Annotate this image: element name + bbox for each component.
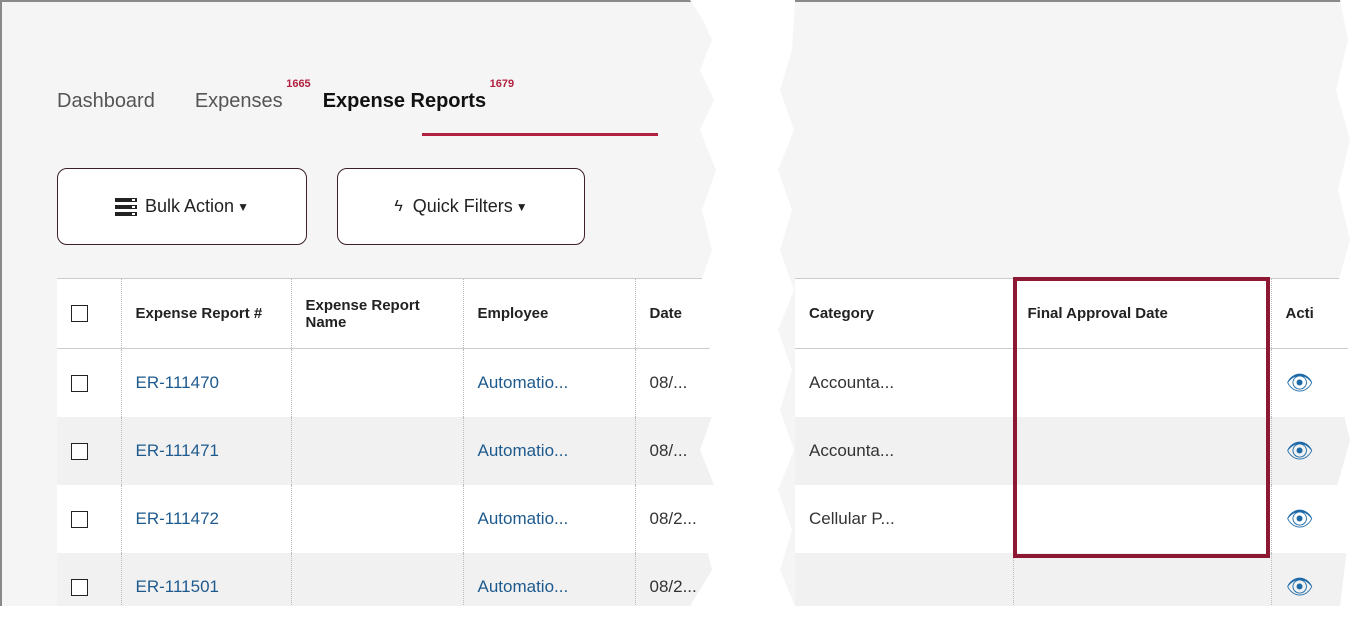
row-checkbox[interactable] bbox=[71, 510, 88, 528]
expense-reports-table-left: Expense Report # Expense Report Name Emp… bbox=[57, 278, 716, 606]
final-approval-date-cell bbox=[1013, 484, 1272, 553]
table-header-row: Expense Report # Expense Report Name Emp… bbox=[57, 278, 716, 349]
active-tab-indicator bbox=[422, 133, 658, 136]
quick-filters-label: Quick Filters bbox=[412, 196, 513, 216]
lightning-icon: ϟ bbox=[394, 197, 403, 215]
employee-link[interactable]: Automatio... bbox=[463, 552, 636, 606]
select-all-checkbox[interactable] bbox=[71, 305, 88, 323]
screenshot-frame: Dashboard Expenses 1665 Expense Reports … bbox=[0, 0, 1359, 622]
eye-icon[interactable]: 👁 bbox=[1286, 438, 1314, 463]
table-row: Accounta... 👁 bbox=[795, 416, 1350, 485]
tab-dashboard-label: Dashboard bbox=[57, 90, 155, 112]
table-row: ER-111472 Automatio... 08/2... bbox=[57, 484, 716, 553]
col-header-report-name[interactable]: Expense Report Name bbox=[291, 278, 464, 349]
quick-filters-button[interactable]: ϟ Quick Filters ▼ bbox=[337, 168, 585, 245]
tab-expense-reports-label: Expense Reports bbox=[322, 90, 487, 112]
col-header-date[interactable]: Date bbox=[635, 278, 716, 349]
row-checkbox[interactable] bbox=[71, 578, 88, 596]
table-row: ER-111470 Automatio... 08/... bbox=[57, 348, 716, 417]
category-cell: Accounta... bbox=[795, 416, 1014, 485]
report-name-cell bbox=[291, 484, 464, 553]
col-header-final-approval-date[interactable]: Final Approval Date bbox=[1013, 278, 1272, 349]
date-cell: 08/... bbox=[635, 348, 716, 417]
table-row: Cellular P... 👁 bbox=[795, 484, 1350, 553]
table-row: ER-111501 Automatio... 08/2... bbox=[57, 552, 716, 606]
table-header-row: Category Final Approval Date Acti bbox=[795, 278, 1350, 349]
table-row: 👁 bbox=[795, 552, 1350, 606]
report-number-link[interactable]: ER-111472 bbox=[121, 484, 292, 553]
final-approval-date-cell bbox=[1013, 348, 1272, 417]
final-approval-date-cell bbox=[1013, 552, 1272, 606]
chevron-down-icon: ▼ bbox=[237, 199, 249, 214]
col-header-employee[interactable]: Employee bbox=[463, 278, 636, 349]
eye-icon[interactable]: 👁 bbox=[1286, 506, 1314, 531]
chevron-down-icon: ▼ bbox=[515, 199, 528, 214]
final-approval-date-cell bbox=[1013, 416, 1272, 485]
category-cell: Cellular P... bbox=[795, 484, 1014, 553]
tab-expense-reports[interactable]: Expense Reports 1679 bbox=[322, 78, 514, 113]
eye-icon[interactable]: 👁 bbox=[1286, 370, 1314, 395]
row-checkbox[interactable] bbox=[71, 374, 88, 392]
left-panel: Dashboard Expenses 1665 Expense Reports … bbox=[0, 0, 716, 606]
select-all-header bbox=[57, 278, 122, 349]
report-number-link[interactable]: ER-111470 bbox=[121, 348, 292, 417]
bulk-action-label: Bulk Action bbox=[145, 196, 235, 216]
category-cell: Accounta... bbox=[795, 348, 1014, 417]
date-cell: 08/... bbox=[635, 416, 716, 485]
employee-link[interactable]: Automatio... bbox=[463, 484, 636, 553]
bulk-action-button[interactable]: Bulk Action ▼ bbox=[57, 168, 307, 245]
tab-expense-reports-badge: 1679 bbox=[489, 78, 515, 90]
date-cell: 08/2... bbox=[635, 484, 716, 553]
tab-expenses-badge: 1665 bbox=[286, 78, 311, 90]
report-name-cell bbox=[291, 348, 464, 417]
row-checkbox[interactable] bbox=[71, 442, 88, 460]
col-header-report-number[interactable]: Expense Report # bbox=[121, 278, 292, 349]
tab-bar: Dashboard Expenses 1665 Expense Reports … bbox=[57, 78, 526, 113]
list-stack-icon bbox=[115, 197, 138, 216]
right-panel: Category Final Approval Date Acti Accoun… bbox=[778, 0, 1350, 606]
category-cell bbox=[795, 552, 1014, 606]
table-row: ER-111471 Automatio... 08/... bbox=[57, 416, 716, 485]
expense-reports-table-right: Category Final Approval Date Acti Accoun… bbox=[795, 278, 1350, 606]
col-header-category[interactable]: Category bbox=[795, 278, 1014, 349]
report-number-link[interactable]: ER-111471 bbox=[121, 416, 292, 485]
report-name-cell bbox=[291, 416, 464, 485]
col-header-actions[interactable]: Acti bbox=[1271, 278, 1350, 349]
report-name-cell bbox=[291, 552, 464, 606]
employee-link[interactable]: Automatio... bbox=[463, 348, 636, 417]
tab-expenses[interactable]: Expenses 1665 bbox=[194, 78, 311, 113]
eye-icon[interactable]: 👁 bbox=[1286, 574, 1314, 599]
tab-dashboard[interactable]: Dashboard bbox=[57, 90, 155, 113]
employee-link[interactable]: Automatio... bbox=[463, 416, 636, 485]
date-cell: 08/2... bbox=[635, 552, 716, 606]
table-row: Accounta... 👁 bbox=[795, 348, 1350, 417]
report-number-link[interactable]: ER-111501 bbox=[121, 552, 292, 606]
tab-expenses-label: Expenses bbox=[194, 90, 283, 112]
